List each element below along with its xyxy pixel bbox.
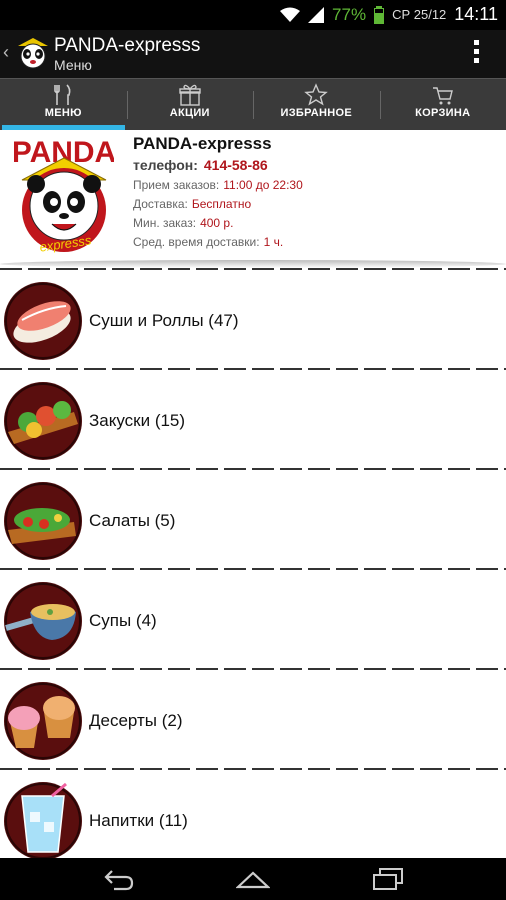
tab-favorites-label: ИЗБРАННОЕ [280,107,352,119]
min-order-row: Мин. заказ: 400 р. [133,216,303,230]
back-chevron-icon[interactable]: ‹ [3,42,9,63]
min-order-value: 400 р. [200,216,234,230]
category-label: Закуски (15) [89,411,186,430]
delivery-label: Доставка: [133,197,188,211]
dessert-icon [4,682,82,760]
soup-icon [4,582,82,660]
avg-time-label: Сред. время доставки: [133,235,260,249]
category-soups[interactable]: Супы (4) [0,570,506,668]
category-label: Супы (4) [89,611,157,630]
orders-label: Прием заказов: [133,178,220,192]
avg-time-row: Сред. время доставки: 1 ч. [133,235,303,249]
phone-number[interactable]: 414-58-86 [204,157,268,173]
action-bar: ‹ PANDA-expresss Меню [0,30,506,78]
app-subtitle: Меню [54,57,92,73]
category-sushi[interactable]: Суши и Роллы (47) [0,270,506,368]
tab-promotions[interactable]: АКЦИИ [126,79,254,130]
star-icon [304,83,329,106]
recents-icon[interactable] [372,867,404,891]
status-date: СР 25/12 [392,7,447,22]
tab-bar: МЕНЮ АКЦИИ ИЗБРАННОЕ КОРЗИНА [0,78,506,130]
status-time: 14:11 [454,4,498,24]
drink-icon [4,782,82,860]
tab-cart[interactable]: КОРЗИНА [379,79,506,130]
gift-icon [179,84,201,106]
phone-label: телефон: [133,157,198,173]
overflow-menu-icon[interactable] [474,40,480,64]
restaurant-header: PANDA expresss PANDA-expresss телефон: 41… [0,130,506,268]
appetizers-icon [4,382,82,460]
app-title: PANDA-expresss [54,35,201,56]
category-label: Суши и Роллы (47) [89,311,239,330]
category-label: Салаты (5) [89,511,176,530]
home-icon[interactable] [236,867,270,891]
status-bar: 77% СР 25/12 14:11 [0,0,506,30]
system-nav-bar [0,858,506,900]
category-list: Суши и Роллы (47) Закуски (15) Салаты (5… [0,268,506,868]
signal-icon [308,6,325,23]
fork-knife-icon [54,84,71,105]
tab-menu[interactable]: МЕНЮ [0,79,127,130]
cart-icon [432,87,453,105]
delivery-value: Бесплатно [191,197,252,211]
category-label: Напитки (11) [89,811,188,830]
phone-row[interactable]: телефон: 414-58-86 [133,157,303,173]
orders-hours: 11:00 до 22:30 [223,178,303,192]
min-order-label: Мин. заказ: [133,216,197,230]
category-appetizers[interactable]: Закуски (15) [0,370,506,468]
tab-menu-label: МЕНЮ [44,107,82,119]
tab-favorites[interactable]: ИЗБРАННОЕ [253,79,380,130]
header-shadow [0,260,506,268]
panda-logo: PANDA expresss [14,136,114,255]
battery-percent: 77% [332,4,367,24]
tab-promotions-label: АКЦИИ [169,107,210,119]
delivery-row: Доставка: Бесплатно [133,197,303,211]
tab-cart-label: КОРЗИНА [415,107,471,119]
restaurant-name: PANDA-expresss [133,134,272,153]
panda-app-icon[interactable] [16,36,50,70]
category-drinks[interactable]: Напитки (11) [0,770,506,868]
battery-icon [374,5,385,24]
salad-icon [4,482,82,560]
category-salads[interactable]: Салаты (5) [0,470,506,568]
avg-time-value: 1 ч. [263,235,284,249]
orders-row: Прием заказов: 11:00 до 22:30 [133,178,303,192]
category-label: Десерты (2) [89,711,183,730]
sushi-icon [4,282,82,360]
wifi-icon [280,7,301,22]
category-desserts[interactable]: Десерты (2) [0,670,506,768]
back-icon[interactable] [102,867,134,891]
